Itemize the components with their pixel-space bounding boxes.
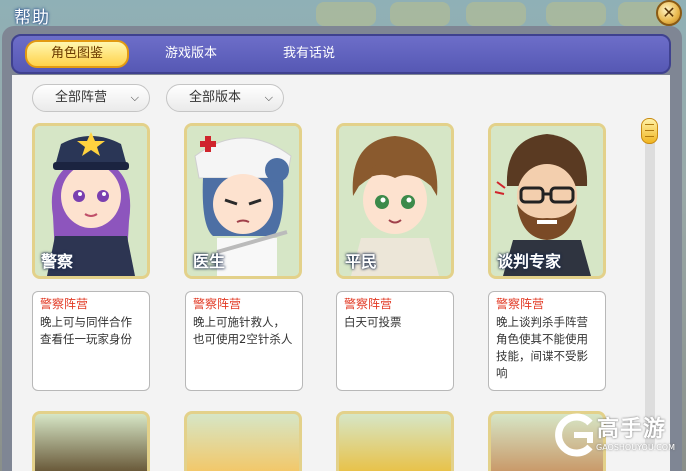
tab-bar: 角色图鉴 游戏版本 我有话说 [11,34,671,74]
role-card-doctor[interactable]: 医生 [184,123,302,279]
role-card-negotiator[interactable]: 谈判专家 [488,123,606,279]
tab-game-version[interactable]: 游戏版本 [141,40,241,68]
role-name: 医生 [193,252,226,271]
close-button[interactable]: ✕ [656,0,682,26]
chevron-down-icon: ⌵ [130,91,139,104]
camp-filter-dropdown[interactable]: 全部阵营 ⌵ [32,84,150,112]
version-filter-value: 全部版本 [189,90,242,105]
role-card[interactable] [184,411,302,471]
faction-label: 警察阵营 [193,297,242,311]
dialog-title: 帮助 [14,8,50,28]
role-description-text: 晚上可施针救人，也可使用2空针杀人 [193,315,293,346]
background-stall [390,2,450,26]
tab-feedback[interactable]: 我有话说 [259,40,359,68]
role-name: 警察 [41,252,74,271]
role-description-civilian: 警察阵营 白天可投票 [336,291,454,391]
role-card[interactable] [32,411,150,471]
role-card-civilian[interactable]: 平民 [336,123,454,279]
faction-label: 警察阵营 [344,297,393,311]
role-card[interactable] [336,411,454,471]
background-stall [546,2,606,26]
close-icon: ✕ [662,3,676,22]
faction-label: 警察阵营 [40,297,89,311]
scrollbar-track[interactable] [645,118,655,448]
camp-filter-value: 全部阵营 [55,90,108,105]
role-description-text: 晚上谈判杀手阵营角色使其不能使用技能，间谍不受影响 [496,315,588,380]
role-description-text: 晚上可与同伴合作查看任一玩家身份 [40,315,132,346]
watermark: 高手游 GAOSHOUYOU.COM [552,409,682,465]
role-description-text: 白天可投票 [344,315,402,329]
role-description-negotiator: 警察阵营 晚上谈判杀手阵营角色使其不能使用技能，间谍不受影响 [488,291,606,391]
role-name: 平民 [345,252,378,271]
tab-role-guide[interactable]: 角色图鉴 [25,40,129,68]
version-filter-dropdown[interactable]: 全部版本 ⌵ [166,84,284,112]
role-description-police: 警察阵营 晚上可与同伴合作查看任一玩家身份 [32,291,150,391]
watermark-title: 高手游 [597,417,667,442]
scrollbar-thumb[interactable] [641,118,658,144]
background-stall [466,2,526,26]
watermark-subtitle: GAOSHOUYOU.COM [596,443,676,452]
background-stall [316,2,376,26]
role-card-police[interactable]: 警察 [32,123,150,279]
faction-label: 警察阵营 [496,297,545,311]
role-description-doctor: 警察阵营 晚上可施针救人，也可使用2空针杀人 [185,291,303,391]
chevron-down-icon: ⌵ [264,91,273,104]
role-name: 谈判专家 [497,252,562,271]
watermark-logo-icon [555,413,593,457]
